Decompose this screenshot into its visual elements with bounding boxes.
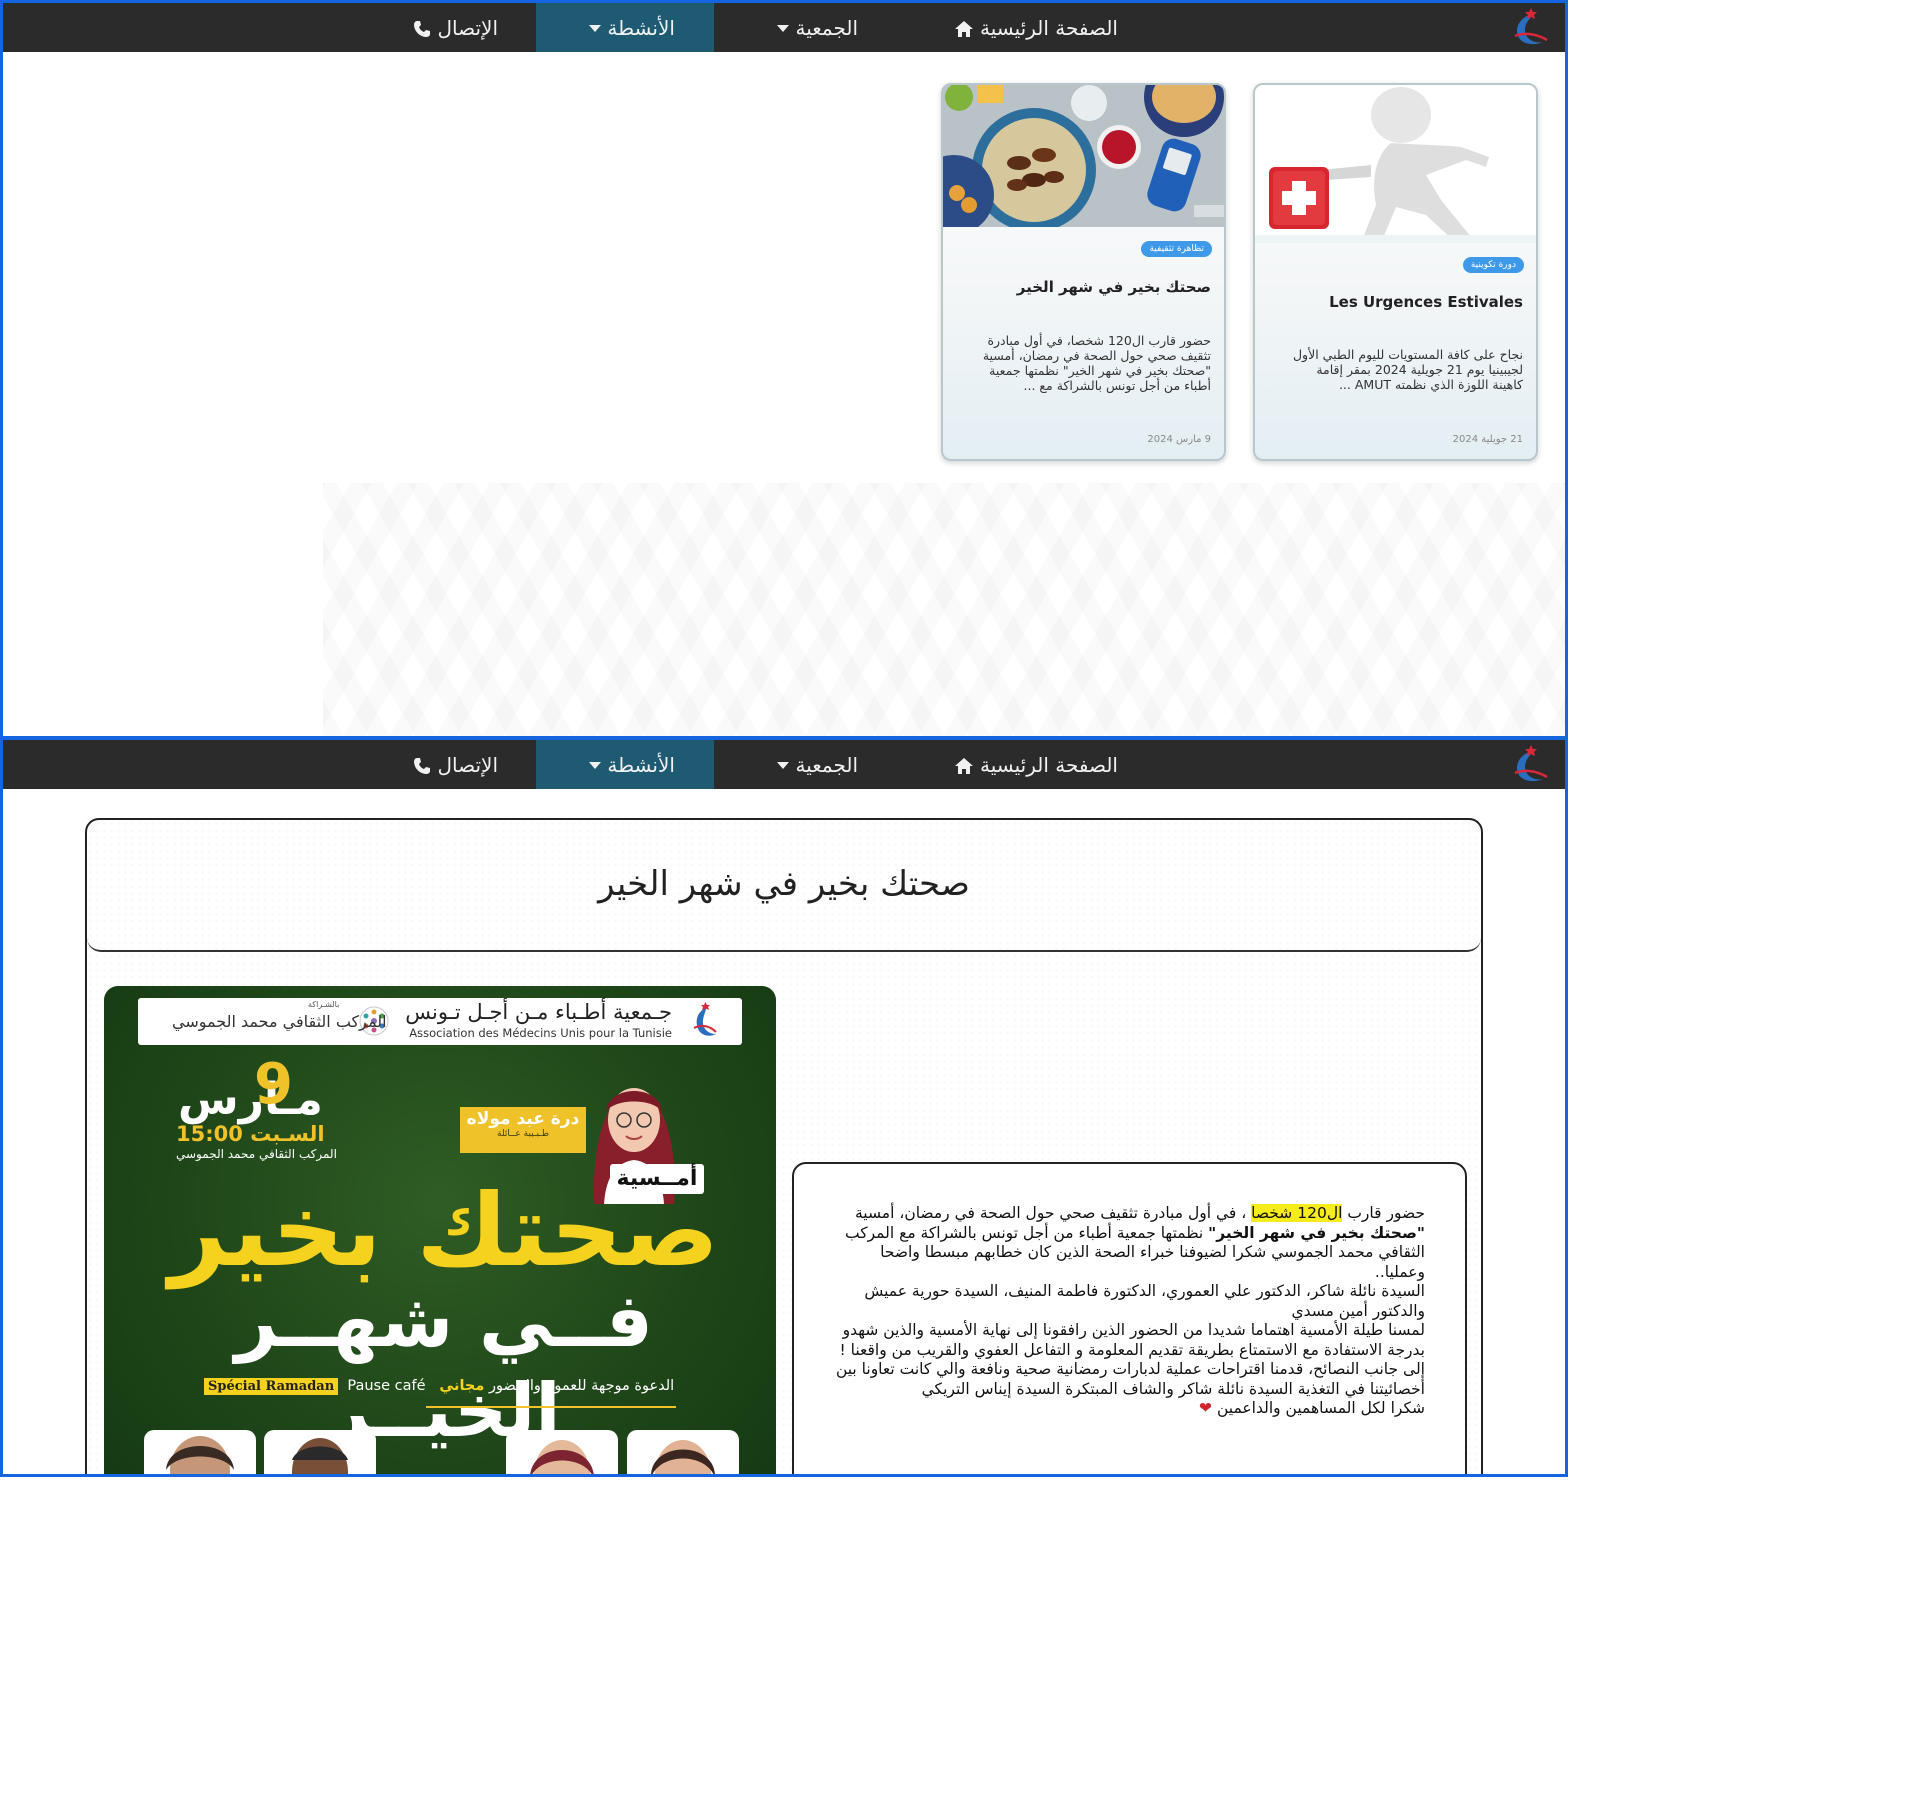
article-screen: الصفحة الرئيسية الجمعية الأنشطة الإتصال … [0, 737, 1568, 1477]
text-highlight: ال120 شخصا [1251, 1204, 1343, 1222]
nav-contact-label: الإتصال [437, 753, 499, 777]
card-title[interactable]: Les Urgences Estivales [1268, 293, 1523, 311]
text-p3: لمسنا طيلة الأمسية اهتماما شديدا من الحض… [839, 1321, 1426, 1359]
invite-underline [426, 1406, 676, 1408]
card-description: نجاح على كافة المستويات لليوم الطبي الأو… [1292, 347, 1523, 392]
text-p2: السيدة نائلة شاكر، الدكتور علي العموري، … [864, 1282, 1425, 1320]
nav-home-label: الصفحة الرئيسية [980, 16, 1118, 40]
article-body: حضور قارب ال120 شخصا ، في أول مبادرة تثق… [834, 1204, 1425, 1419]
card-date: 21 جويلية 2024 [1452, 434, 1523, 445]
nav-activities[interactable]: الأنشطة [536, 740, 714, 789]
invite-pause: Pause café [347, 1378, 426, 1394]
poster-time: السـبت 15:00 [176, 1122, 325, 1146]
poster-headline-2: فــي شهــر الخيــر [235, 1278, 653, 1454]
home-icon [954, 757, 973, 774]
poster-partner-label: بالشـراكة [308, 1000, 340, 1009]
poster-month: مـارس [178, 1074, 323, 1125]
category-badge: تظاهرة تثقيفية [1141, 241, 1212, 257]
text-p1-pre: حضور قارب [1342, 1204, 1425, 1222]
nav-home[interactable]: الصفحة الرئيسية [933, 3, 1118, 52]
article-text-box: حضور قارب ال120 شخصا ، في أول مبادرة تثق… [792, 1162, 1467, 1474]
guest-photo [627, 1430, 739, 1474]
event-poster[interactable]: جـمعية أطـباء مـن أجـل تـونس Association… [104, 986, 776, 1474]
background-pattern [323, 483, 1565, 736]
poster-association-fr: Association des Médecins Unis pour la Tu… [409, 1026, 672, 1040]
text-p5: شكرا لكل المساهمين والداعمين [1216, 1399, 1425, 1417]
invite-special: Spécial Ramadan [204, 1378, 339, 1395]
nav-association-label: الجمعية [795, 753, 858, 777]
invite-free: مجاني [439, 1378, 485, 1394]
text-event-name: "صحتك بخير في شهر الخير" [1208, 1223, 1425, 1242]
activity-card[interactable]: دورة تكوينية Les Urgences Estivales نجاح… [1253, 83, 1538, 461]
article-title: صحتك بخير في شهر الخير [598, 864, 970, 904]
guest-photo [506, 1430, 618, 1474]
text-p4: إلى جانب النصائح، قدمنا اقتراحات عملية ل… [835, 1360, 1425, 1398]
caret-down-icon [589, 762, 602, 769]
first-aid-runner-image [1255, 85, 1536, 243]
poster-day: 9 [254, 1052, 293, 1117]
article-header: صحتك بخير في شهر الخير [87, 820, 1481, 952]
category-badge: دورة تكوينية [1462, 257, 1524, 273]
navbar: الصفحة الرئيسية الجمعية الأنشطة الإتصال [3, 740, 1565, 789]
nav-activities[interactable]: الأنشطة [536, 3, 714, 52]
nav-home[interactable]: الصفحة الرئيسية [933, 740, 1118, 789]
nav-association[interactable]: الجمعية [758, 3, 858, 52]
caret-down-icon [777, 25, 790, 32]
poster-header-strip: جـمعية أطـباء مـن أجـل تـونس Association… [138, 998, 742, 1045]
card-title[interactable]: صحتك بخير في شهر الخير [956, 278, 1211, 296]
guest-photo [264, 1430, 376, 1474]
poster-association-ar: جـمعية أطـباء مـن أجـل تـونس [405, 1000, 672, 1024]
speaker-name-box: درة عبد مولاه طـبـيبة عــائلة [460, 1107, 586, 1153]
invite-text: الدعوة موجهة للعموم والحضور [488, 1378, 675, 1394]
nav-association[interactable]: الجمعية [758, 740, 858, 789]
ramadan-food-image [943, 85, 1224, 227]
nav-contact[interactable]: الإتصال [398, 3, 498, 52]
nav-activities-label: الأنشطة [607, 753, 675, 777]
text-p1-post: ، في أول مبادرة تثقيف صحي حول الصحة في ر… [854, 1204, 1252, 1222]
caret-down-icon [777, 762, 790, 769]
poster-partner-name: المركب الثقافي محمد الجموسي [172, 1012, 387, 1031]
home-icon [954, 20, 973, 37]
logo-icon[interactable] [1503, 6, 1551, 50]
guest-photo [144, 1430, 256, 1474]
heart-icon: ❤ [1199, 1399, 1213, 1417]
poster-invitation: الدعوة موجهة للعموم والحضور مجاني Spécia… [204, 1378, 675, 1395]
activity-card[interactable]: تظاهرة تثقيفية صحتك بخير في شهر الخير حض… [941, 83, 1226, 461]
phone-icon [414, 757, 431, 774]
poster-headline-1: صحتك بخير [168, 1172, 720, 1289]
article-panel: صحتك بخير في شهر الخير جـمعية أطـباء مـن… [85, 818, 1483, 1474]
nav-contact-label: الإتصال [437, 16, 499, 40]
navbar: الصفحة الرئيسية الجمعية الأنشطة الإتصال [3, 3, 1565, 52]
card-date: 9 مارس 2024 [1147, 434, 1211, 445]
nav-activities-label: الأنشطة [607, 16, 675, 40]
phone-icon [414, 20, 431, 37]
listing-screen: الصفحة الرئيسية الجمعية الأنشطة الإتصال [0, 0, 1568, 739]
speaker-role: طـبـيبة عــائلة [497, 1129, 549, 1139]
speaker-name: درة عبد مولاه [466, 1109, 580, 1129]
nav-association-label: الجمعية [795, 16, 858, 40]
poster-place: المركب الثقافي محمد الجموسي [176, 1147, 337, 1161]
nav-contact[interactable]: الإتصال [398, 740, 498, 789]
card-description: حضور قارب ال120 شخصا، في أول مبادرة تثقي… [982, 333, 1211, 393]
logo-icon[interactable] [1503, 743, 1551, 787]
association-logo-icon [693, 1002, 717, 1036]
caret-down-icon [589, 25, 602, 32]
nav-home-label: الصفحة الرئيسية [980, 753, 1118, 777]
